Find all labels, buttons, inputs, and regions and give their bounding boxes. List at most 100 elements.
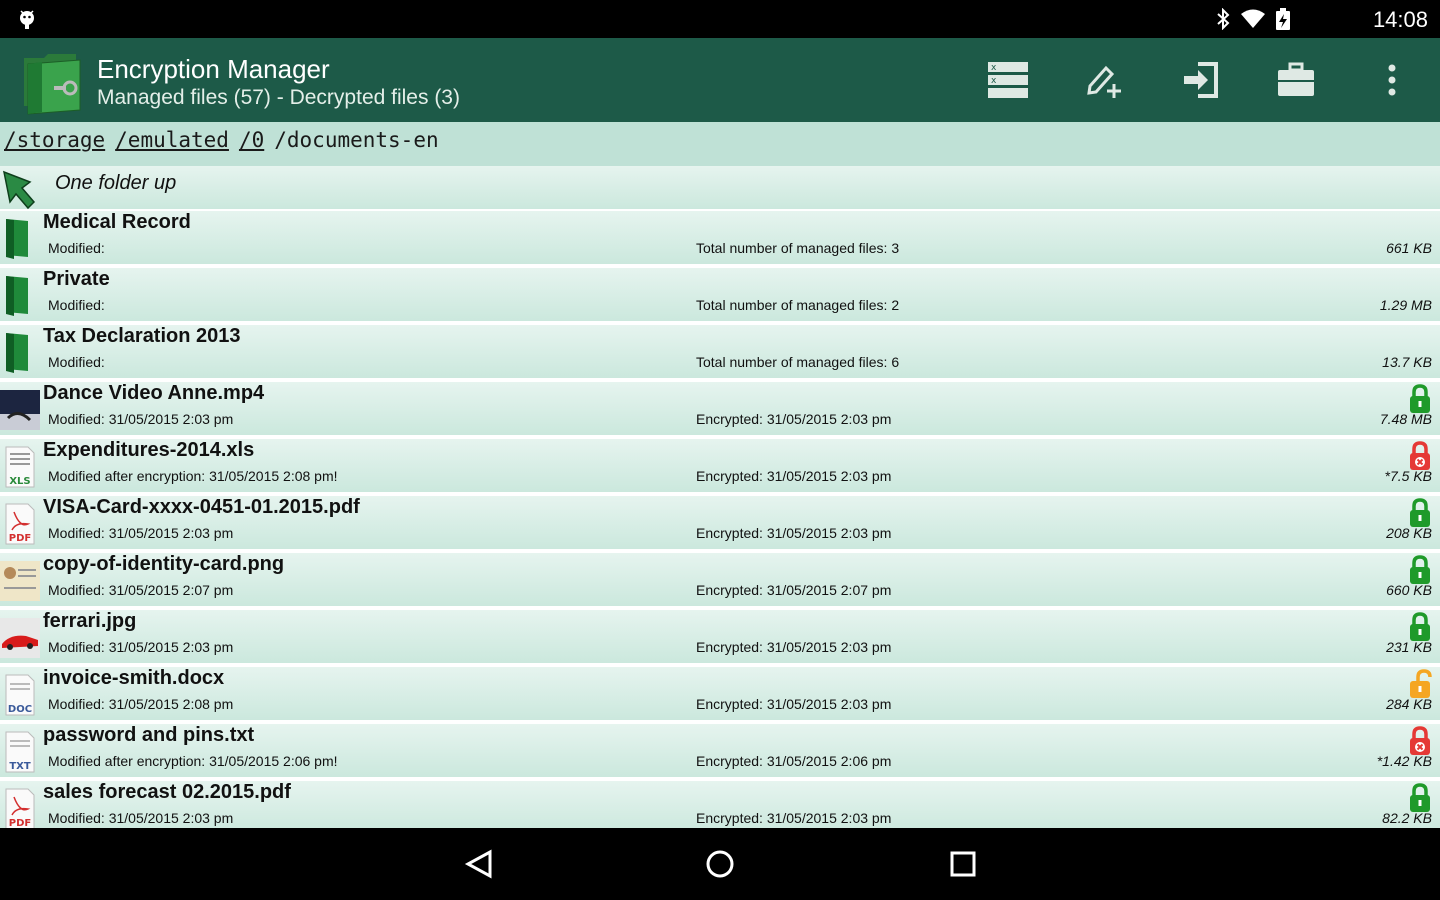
file-row[interactable]: TXT password and pins.txt Modified after e… [0, 724, 1440, 779]
file-name: VISA-Card-xxxx-0451-01.2015.pdf [43, 496, 360, 518]
status-bar: 14:08 [0, 0, 1440, 38]
file-name: ferrari.jpg [43, 610, 137, 632]
file-modified: Modified: 31/05/2015 2:03 pm [48, 639, 234, 655]
file-row[interactable]: Dance Video Anne.mp4 Modified: 31/05/2015… [0, 382, 1440, 437]
folder-row[interactable]: Medical Record Modified: Total number of m… [0, 211, 1440, 266]
file-row[interactable]: copy-of-identity-card.png Modified: 31/05… [0, 553, 1440, 608]
file-size: 7.48 MB [1379, 411, 1432, 427]
add-edit-icon [1087, 65, 1121, 98]
briefcase-button[interactable] [1272, 56, 1320, 104]
file-encrypted-date: Encrypted: 31/05/2015 2:03 pm [696, 696, 892, 712]
svg-text:x: x [991, 63, 997, 73]
file-modified: Modified: 31/05/2015 2:03 pm [48, 525, 234, 541]
file-row[interactable]: PDF VISA-Card-xxxx-0451-01.2015.pdf Modifi… [0, 496, 1440, 551]
overflow-menu-button[interactable] [1368, 56, 1416, 104]
file-size: *7.5 KB [1384, 468, 1432, 484]
pdf-file-icon: PDF [5, 788, 35, 828]
folder-modified: Modified: [48, 354, 105, 370]
folder-modified: Modified: [48, 297, 105, 313]
folder-size: 661 KB [1386, 240, 1432, 256]
lock-broken-icon [1410, 726, 1430, 755]
folder-name: Medical Record [43, 211, 191, 233]
file-encrypted-date: Encrypted: 31/05/2015 2:07 pm [696, 582, 892, 598]
select-list-button[interactable]: x x [984, 56, 1032, 104]
txt-file-icon: TXT [5, 731, 35, 773]
file-encrypted-date: Encrypted: 31/05/2015 2:03 pm [696, 411, 892, 427]
folder-icon [6, 219, 28, 259]
file-row[interactable]: ferrari.jpg Modified: 31/05/2015 2:03 pm E… [0, 610, 1440, 665]
folder-size: 13.7 KB [1382, 354, 1432, 370]
app-subtitle: Managed files (57) - Decrypted files (3) [97, 86, 460, 109]
recents-icon[interactable] [945, 846, 981, 882]
xls-file-icon: XLS [5, 446, 35, 488]
wifi-icon [1241, 9, 1265, 28]
path-breadcrumb: /storage/emulated/0/documents-en [0, 122, 1440, 166]
app-logo-folder-key-icon[interactable] [18, 44, 90, 116]
file-encrypted-date: Encrypted: 31/05/2015 2:03 pm [696, 810, 892, 826]
file-row[interactable]: XLS Expenditures-2014.xls Modified after e… [0, 439, 1440, 494]
svg-text:PDF: PDF [9, 533, 31, 544]
import-button[interactable] [1176, 56, 1224, 104]
path-segment-0[interactable]: /0 [239, 128, 264, 152]
file-name: copy-of-identity-card.png [43, 553, 285, 575]
file-modified: Modified: 31/05/2015 2:08 pm [48, 696, 234, 712]
file-name: Dance Video Anne.mp4 [43, 382, 265, 404]
navigation-bar [0, 828, 1440, 900]
folder-file-count: Total number of managed files: 3 [696, 240, 900, 256]
app-bar: Encryption Manager Managed files (57) - … [0, 38, 1440, 122]
file-list: One folder up Medical Record Modified: Tot… [0, 166, 1440, 828]
path-segment-emulated[interactable]: /emulated [115, 128, 229, 152]
folder-up-label: One folder up [55, 172, 177, 194]
file-modified: Modified: 31/05/2015 2:03 pm [48, 810, 234, 826]
select-list-icon: x x [988, 62, 1028, 98]
svg-text:x: x [991, 76, 997, 86]
file-modified: Modified: 31/05/2015 2:07 pm [48, 582, 234, 598]
folder-icon [6, 276, 28, 316]
battery-charging-icon [1276, 8, 1290, 30]
file-row[interactable]: DOC invoice-smith.docx Modified: 31/05/201… [0, 667, 1440, 722]
arrow-up-left-icon [2, 170, 36, 210]
clock: 14:08 [1372, 7, 1428, 32]
file-modified: Modified after encryption: 31/05/2015 2:… [48, 468, 338, 484]
svg-text:PDF: PDF [9, 818, 31, 828]
android-debug-icon [20, 10, 34, 29]
file-name: password and pins.txt [43, 724, 255, 746]
video-thumbnail-icon [0, 390, 40, 430]
doc-file-icon: DOC [5, 674, 35, 716]
lock-closed-icon [1410, 498, 1430, 527]
svg-text:TXT: TXT [9, 761, 31, 772]
folder-row[interactable]: Private Modified: Total number of managed … [0, 268, 1440, 323]
file-row[interactable]: PDF sales forecast 02.2015.pdf Modified: 3… [0, 781, 1440, 828]
file-size: 231 KB [1386, 639, 1432, 655]
folder-row[interactable]: Tax Declaration 2013 Modified: Total numbe… [0, 325, 1440, 380]
file-name: invoice-smith.docx [43, 667, 225, 689]
file-encrypted-date: Encrypted: 31/05/2015 2:03 pm [696, 525, 892, 541]
lock-broken-icon [1410, 441, 1430, 470]
folder-size: 1.29 MB [1379, 297, 1432, 313]
file-size: 284 KB [1386, 696, 1432, 712]
path-current: /documents-en [274, 128, 439, 152]
back-icon[interactable] [462, 846, 498, 882]
lock-closed-icon [1410, 612, 1430, 641]
folder-file-count: Total number of managed files: 2 [696, 297, 900, 313]
add-edit-button[interactable] [1080, 56, 1128, 104]
pdf-file-icon: PDF [5, 503, 35, 545]
svg-text:DOC: DOC [8, 704, 32, 715]
bluetooth-icon [1217, 8, 1230, 30]
file-size: *1.42 KB [1376, 753, 1432, 769]
home-icon[interactable] [702, 846, 738, 882]
folder-name: Private [43, 268, 110, 290]
folder-file-count: Total number of managed files: 6 [696, 354, 900, 370]
file-name: Expenditures-2014.xls [43, 439, 255, 461]
file-encrypted-date: Encrypted: 31/05/2015 2:06 pm [696, 753, 892, 769]
id-card-thumbnail-icon [0, 561, 40, 601]
folder-modified: Modified: [48, 240, 105, 256]
lock-closed-icon [1410, 555, 1430, 584]
svg-text:XLS: XLS [9, 476, 30, 487]
file-size: 660 KB [1386, 582, 1432, 598]
path-segment-storage[interactable]: /storage [4, 128, 105, 152]
file-size: 208 KB [1386, 525, 1432, 541]
file-name: sales forecast 02.2015.pdf [43, 781, 291, 803]
folder-up-row[interactable]: One folder up [0, 166, 1440, 211]
car-thumbnail-icon [0, 618, 40, 658]
